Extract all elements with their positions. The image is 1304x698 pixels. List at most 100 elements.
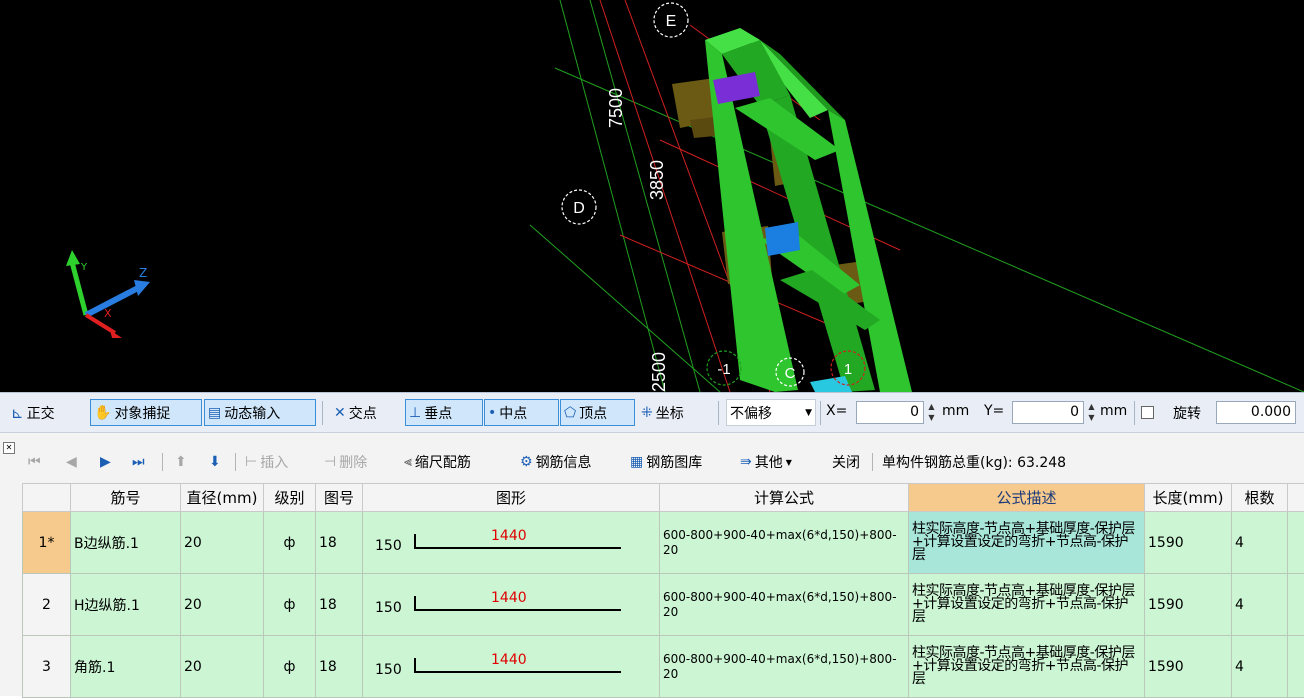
next-record-icon[interactable]: ▶ [100,451,111,473]
extra-cell[interactable] [1288,512,1304,574]
insert-icon: ⊢ [245,454,257,470]
diameter-cell[interactable]: 20 [181,512,264,574]
length-cell[interactable]: 1590 [1145,512,1232,574]
coordinate-icon: ⁜ [641,405,653,421]
row-number[interactable]: 1* [23,512,71,574]
vertex-snap[interactable]: ⬠ 顶点 [560,399,635,426]
insert-button[interactable]: ⊢插入 [245,451,288,473]
header-formula[interactable]: 计算公式 [660,484,909,512]
grid-bubble-e: E [654,3,688,37]
other-menu-button[interactable]: ⇛其他 ▼ [740,451,792,473]
header-count[interactable]: 根数 [1232,484,1288,512]
formula-cell[interactable]: 600-800+900-40+max(6*d,150)+800-20 [660,574,909,636]
separator [872,453,873,471]
vertex-icon: ⬠ [564,405,576,421]
separator [820,401,821,425]
header-shape[interactable]: 图形 [363,484,660,512]
panel-close-icon[interactable]: ✕ [3,442,15,454]
dimension-3850: 3850 [647,160,667,200]
bar-number-cell[interactable]: 角筋.1 [71,636,181,698]
last-record-icon[interactable]: ⏭ [132,451,145,473]
shape-cell[interactable]: 150 1440 [363,512,660,574]
header-figure-number[interactable]: 图号 [316,484,363,512]
y-coordinate-input[interactable]: 0 [1012,401,1084,424]
object-snap-icon: ✋ [94,405,111,421]
coordinate-snap[interactable]: ⁜ 坐标 [638,399,687,426]
diameter-cell[interactable]: 20 [181,636,264,698]
figure-number-cell[interactable]: 18 [316,574,363,636]
move-up-icon[interactable]: ⬆ [175,451,187,473]
header-diameter[interactable]: 直径(mm) [181,484,264,512]
table-row[interactable]: 1* B边纵筋.1 20 ф 18 150 1440 600-800+900-4… [23,512,1304,574]
y-spinner[interactable]: ▲▼ [1086,401,1097,424]
midpoint-icon: • [488,405,496,421]
formula-description-cell[interactable]: 柱实际高度-节点高+基础厚度-保护层+计算设置设定的弯折+节点高-保护层 [909,512,1145,574]
snap-toolbar: ⊾ 正交 ✋ 对象捕捉 ▤ 动态输入 ✕ 交点 ⊥ 垂点 • 中点 ⬠ 顶点 ⁜… [0,392,1304,433]
rebar-info-button[interactable]: ⚙钢筋信息 [520,451,592,473]
header-bar-number[interactable]: 筋号 [71,484,181,512]
formula-description-cell[interactable]: 柱实际高度-节点高+基础厚度-保护层+计算设置设定的弯折+节点高-保护层 [909,636,1145,698]
count-cell[interactable]: 4 [1232,512,1288,574]
intersection-icon: ✕ [334,405,346,421]
perpendicular-snap[interactable]: ⊥ 垂点 [405,399,483,426]
prev-record-icon[interactable]: ◀ [66,451,77,473]
diameter-cell[interactable]: 20 [181,574,264,636]
count-cell[interactable]: 4 [1232,574,1288,636]
total-weight-label: 单构件钢筋总重(kg): 63.248 [882,451,1066,473]
dropdown-arrow-icon: ▼ [805,408,812,418]
formula-description-cell[interactable]: 柱实际高度-节点高+基础厚度-保护层+计算设置设定的弯折+节点高-保护层 [909,574,1145,636]
intersection-snap[interactable]: ✕ 交点 [331,399,380,426]
rebar-grid-toolbar: ⏮ ◀ ▶ ⏭ ⬆ ⬇ ⊢插入 ⊣删除 ⫷缩尺配筋 ⚙钢筋信息 ▦钢筋图库 ⇛其… [22,433,1304,483]
move-down-icon[interactable]: ⬇ [209,451,221,473]
rotate-checkbox[interactable] [1141,406,1154,419]
ortho-toggle[interactable]: ⊾ 正交 [8,399,58,426]
bar-number-cell[interactable]: B边纵筋.1 [71,512,181,574]
delete-button[interactable]: ⊣删除 [324,451,367,473]
offset-dropdown[interactable]: 不偏移 ▼ [726,399,816,426]
grade-cell[interactable]: ф [264,574,316,636]
length-cell[interactable]: 1590 [1145,636,1232,698]
row-number[interactable]: 3 [23,636,71,698]
model-canvas: E D -1 1 C 7500 3850 2500 [0,0,1304,392]
rotate-input[interactable]: 0.000 [1216,401,1296,424]
formula-cell[interactable]: 600-800+900-40+max(6*d,150)+800-20 [660,512,909,574]
3d-viewport[interactable]: E D -1 1 C 7500 3850 2500 [0,0,1304,392]
shape-cell[interactable]: 150 1440 [363,636,660,698]
object-snap-toggle[interactable]: ✋ 对象捕捉 [90,399,202,426]
x-spinner[interactable]: ▲▼ [926,401,937,424]
table-row[interactable]: 3 角筋.1 20 ф 18 150 1440 600-800+900-40+m… [23,636,1304,698]
first-record-icon[interactable]: ⏮ [28,451,41,473]
shape-cell[interactable]: 150 1440 [363,574,660,636]
figure-number-cell[interactable]: 18 [316,512,363,574]
ortho-icon: ⊾ [11,404,24,422]
extra-cell[interactable] [1288,636,1304,698]
grade-cell[interactable]: ф [264,636,316,698]
count-cell[interactable]: 4 [1232,636,1288,698]
length-cell[interactable]: 1590 [1145,574,1232,636]
row-number[interactable]: 2 [23,574,71,636]
svg-text:Z: Z [139,266,147,280]
grade-cell[interactable]: ф [264,512,316,574]
separator [162,453,163,471]
svg-text:1: 1 [844,361,852,378]
formula-cell[interactable]: 600-800+900-40+max(6*d,150)+800-20 [660,636,909,698]
header-grade[interactable]: 级别 [264,484,316,512]
extra-cell[interactable] [1288,574,1304,636]
midpoint-snap[interactable]: • 中点 [484,399,559,426]
x-coordinate-input[interactable]: 0 [856,401,924,424]
header-formula-description[interactable]: 公式描述 [909,484,1145,512]
figure-number-cell[interactable]: 18 [316,636,363,698]
close-button[interactable]: 关闭 [832,451,860,473]
header-length[interactable]: 长度(mm) [1145,484,1232,512]
grid-bubble-minus1: -1 [707,351,741,385]
bar-number-cell[interactable]: H边纵筋.1 [71,574,181,636]
scale-rebar-button[interactable]: ⫷缩尺配筋 [404,451,471,473]
rebar-shape-drawing: 150 1440 [366,590,656,620]
grid-bubble-d: D [562,190,596,224]
svg-text:-1: -1 [717,361,730,378]
rebar-library-button[interactable]: ▦钢筋图库 [630,451,702,473]
table-row[interactable]: 2 H边纵筋.1 20 ф 18 150 1440 600-800+900-40… [23,574,1304,636]
rebar-shape-drawing: 150 1440 [366,652,656,682]
dynamic-input-toggle[interactable]: ▤ 动态输入 [204,399,316,426]
svg-text:X: X [104,307,112,320]
